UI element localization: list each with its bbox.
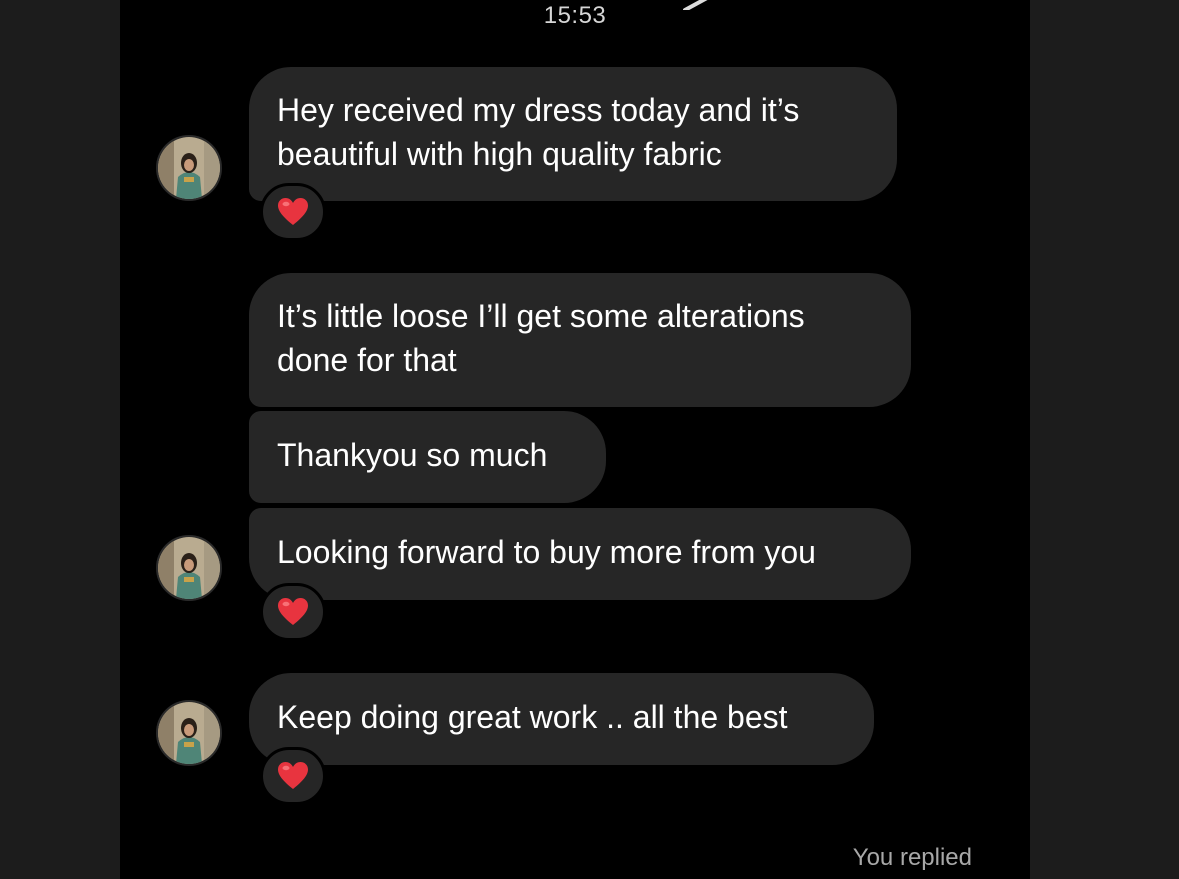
message-bubble[interactable]: Looking forward to buy more from you <box>249 508 911 600</box>
message-bubble[interactable]: It’s little loose I’ll get some alterati… <box>249 273 911 407</box>
avatar[interactable] <box>156 700 222 766</box>
screen: 15:53 Hey received my dress today and it… <box>0 0 1179 879</box>
avatar-photo <box>158 137 220 199</box>
avatar-photo <box>158 702 220 764</box>
avatar[interactable] <box>156 535 222 601</box>
heart-icon <box>278 762 308 789</box>
reaction-badge[interactable] <box>260 583 326 641</box>
reaction-badge[interactable] <box>260 183 326 241</box>
message-bubble[interactable]: Hey received my dress today and it’s bea… <box>249 67 897 201</box>
reaction-badge[interactable] <box>260 747 326 805</box>
reply-status-label: You replied <box>852 844 972 871</box>
avatar-photo <box>158 537 220 599</box>
avatar[interactable] <box>156 135 222 201</box>
chat-thread[interactable]: 15:53 Hey received my dress today and it… <box>120 0 1030 879</box>
message-timestamp: 15:53 <box>543 2 607 29</box>
heart-icon <box>278 598 308 625</box>
heart-icon <box>278 198 308 225</box>
message-bubble[interactable]: Thankyou so much <box>249 411 606 503</box>
message-bubble[interactable]: Keep doing great work .. all the best <box>249 673 874 765</box>
